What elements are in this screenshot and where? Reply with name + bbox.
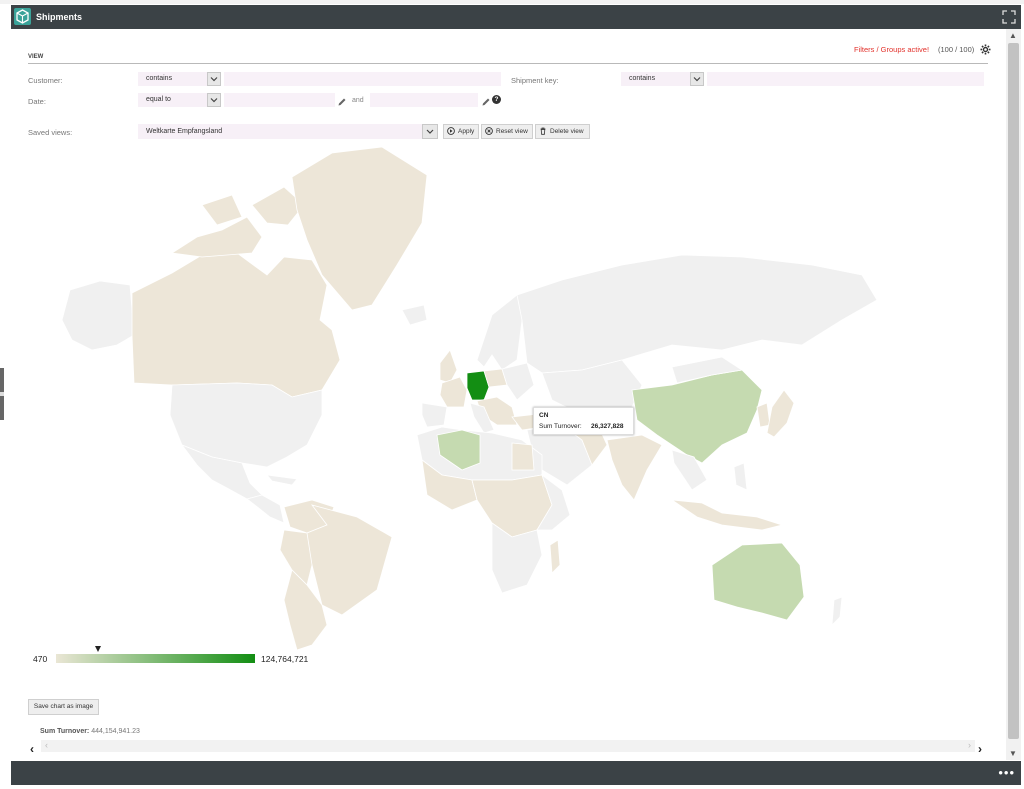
map-country-central-america [246, 494, 285, 524]
chevron-down-icon[interactable] [207, 72, 221, 86]
chevron-down-icon[interactable] [422, 124, 438, 139]
date-operator-select[interactable]: equal to [138, 93, 221, 107]
legend-max-label: 124,764,721 [261, 654, 309, 664]
saved-views-label: Saved views: [28, 128, 73, 137]
sum-turnover: Sum Turnover: 444,154,941.23 [40, 728, 140, 735]
chevron-down-icon[interactable] [207, 93, 221, 107]
chevron-down-icon[interactable] [690, 72, 704, 86]
date-and-label: and [352, 97, 364, 104]
reset-view-label: Reset view [496, 128, 528, 135]
map-country-indonesia [671, 499, 784, 531]
sum-turnover-value: 444,154,941.23 [91, 728, 140, 735]
section-divider [28, 63, 988, 64]
filters-active-notice[interactable]: Filters / Groups active! [854, 45, 929, 54]
tooltip-label: Sum Turnover: [539, 423, 582, 430]
window-frame-top [0, 0, 1024, 4]
date-to-input[interactable] [370, 93, 478, 107]
date-operator-value: equal to [146, 96, 171, 103]
delete-view-button[interactable]: Delete view [535, 124, 590, 139]
map-country-japan [766, 389, 795, 438]
scroll-right-icon[interactable]: › [968, 740, 971, 750]
map-country-india [606, 434, 663, 501]
delete-view-label: Delete view [550, 128, 584, 135]
date-label: Date: [28, 97, 46, 106]
shipment-key-operator-value: contains [629, 75, 656, 82]
section-title: VIEW [28, 54, 44, 60]
window-footer: ••• [11, 761, 1021, 785]
map-country-iberia [421, 402, 448, 428]
map-country-cuba [266, 474, 298, 486]
pencil-icon[interactable] [481, 94, 491, 106]
scroll-down-icon[interactable]: ▼ [1009, 749, 1017, 758]
horizontal-scrollbar[interactable]: ‹ › [41, 740, 975, 752]
vertical-scrollbar[interactable]: ▲ ▼ [1006, 29, 1021, 760]
customer-input[interactable] [224, 72, 501, 86]
map-country-iceland [401, 304, 428, 326]
apply-button[interactable]: Apply [443, 124, 479, 139]
trash-icon [539, 127, 547, 135]
sum-turnover-label: Sum Turnover: [40, 728, 90, 735]
world-map[interactable] [22, 145, 984, 653]
more-icon[interactable]: ••• [998, 765, 1015, 780]
window-titlebar: Shipments [11, 5, 1021, 29]
pencil-icon[interactable] [337, 94, 347, 106]
map-country-korea [756, 402, 771, 428]
customer-operator-value: contains [146, 75, 173, 82]
map-country-philippines [733, 462, 748, 491]
shipment-key-operator-select[interactable]: contains [621, 72, 704, 86]
scroll-up-icon[interactable]: ▲ [1009, 31, 1017, 40]
chevron-left-icon[interactable]: ‹ [30, 742, 34, 756]
customer-label: Customer: [28, 76, 63, 85]
apply-label: Apply [458, 128, 475, 135]
shipment-key-label: Shipment key: [511, 76, 559, 85]
reset-icon [485, 127, 493, 135]
customer-operator-select[interactable]: contains [138, 72, 221, 86]
app-cube-icon [14, 8, 31, 25]
help-icon[interactable]: ? [492, 95, 501, 104]
map-country-egypt [511, 442, 535, 471]
chevron-right-icon[interactable]: › [978, 742, 982, 756]
map-country-uk-ireland [439, 349, 458, 384]
fullscreen-icon[interactable] [1002, 10, 1016, 24]
scroll-left-icon[interactable]: ‹ [45, 740, 48, 750]
tooltip-value: 26,327,828 [591, 423, 624, 430]
legend-color-scale [56, 654, 255, 663]
gear-icon[interactable] [980, 42, 991, 55]
side-panel-handle[interactable] [0, 368, 4, 420]
map-country-new-zealand [831, 596, 843, 627]
shipment-key-input[interactable] [707, 72, 984, 86]
save-chart-button[interactable]: Save chart as image [28, 699, 99, 715]
map-country-eastern-europe [501, 362, 535, 401]
record-count: (100 / 100) [938, 45, 975, 54]
scroll-thumb[interactable] [1008, 43, 1019, 739]
legend-min-label: 470 [33, 654, 48, 664]
date-from-input[interactable] [224, 93, 335, 107]
tooltip-country: CN [539, 412, 549, 419]
saved-views-select[interactable]: Weltkarte Empfangsland [138, 124, 438, 139]
map-country-canada [131, 252, 341, 398]
legend-marker [94, 646, 101, 652]
window-title: Shipments [36, 12, 83, 22]
map-country-alaska [61, 280, 135, 351]
reset-view-button[interactable]: Reset view [481, 124, 533, 139]
map-country-madagascar [549, 539, 561, 574]
saved-views-value: Weltkarte Empfangsland [146, 128, 223, 135]
play-icon [447, 127, 455, 135]
map-country-canada-islands [170, 186, 305, 258]
map-tooltip: CN Sum Turnover: 26,327,828 [533, 407, 634, 435]
map-country-russia [516, 254, 878, 374]
map-country-australia [711, 542, 805, 621]
